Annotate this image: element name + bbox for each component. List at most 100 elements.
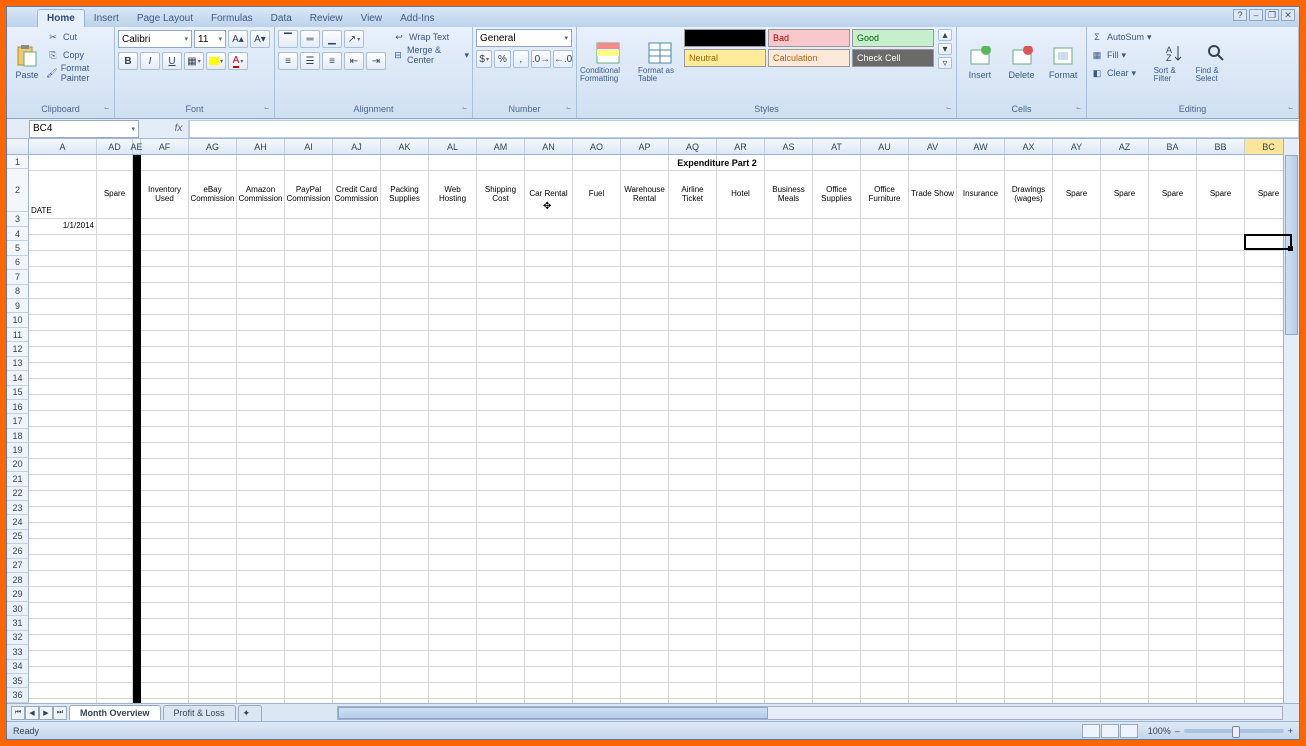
tab-formulas[interactable]: Formulas bbox=[202, 10, 262, 27]
worksheet-grid[interactable]: AADAEAFAGAHAIAJAKALAMANAOAPAQARASATAUAVA… bbox=[7, 139, 1299, 703]
row-header-17[interactable]: 17 bbox=[7, 414, 29, 428]
style-neutral[interactable]: Neutral bbox=[684, 49, 766, 67]
zoom-slider[interactable] bbox=[1184, 729, 1284, 733]
minimize-icon[interactable]: – bbox=[1249, 9, 1263, 21]
tab-view[interactable]: View bbox=[352, 10, 392, 27]
clear-button[interactable]: ◧Clear ▾ bbox=[1090, 65, 1152, 81]
formula-input[interactable] bbox=[189, 120, 1299, 138]
column-header-AP[interactable]: AP bbox=[621, 139, 669, 154]
column-header-AT[interactable]: AT bbox=[813, 139, 861, 154]
row-header-30[interactable]: 30 bbox=[7, 602, 29, 616]
header-AD[interactable]: Spare bbox=[97, 171, 133, 219]
column-header-AM[interactable]: AM bbox=[477, 139, 525, 154]
align-top-button[interactable]: ▔ bbox=[278, 30, 298, 48]
styles-more[interactable]: ▿ bbox=[938, 57, 952, 69]
row-header-12[interactable]: 12 bbox=[7, 342, 29, 356]
copy-button[interactable]: ⎘Copy bbox=[46, 47, 111, 63]
tab-addins[interactable]: Add-Ins bbox=[391, 10, 443, 27]
align-bottom-button[interactable]: ▁ bbox=[322, 30, 342, 48]
align-center-button[interactable]: ☰ bbox=[300, 52, 320, 70]
header-AU[interactable]: Office Furniture bbox=[861, 171, 909, 219]
conditional-formatting-button[interactable]: Conditional Formatting bbox=[580, 29, 636, 95]
column-header-AV[interactable]: AV bbox=[909, 139, 957, 154]
merge-center-button[interactable]: ⊟Merge & Center ▾ bbox=[392, 47, 469, 63]
header-AP[interactable]: Warehouse Rental bbox=[621, 171, 669, 219]
orientation-button[interactable]: ↗ bbox=[344, 30, 364, 48]
insert-cells-button[interactable]: Insert bbox=[960, 29, 1000, 95]
sheet-nav-last[interactable]: ⏭ bbox=[53, 706, 67, 720]
decrease-indent-button[interactable]: ⇤ bbox=[344, 52, 364, 70]
column-header-AD[interactable]: AD bbox=[97, 139, 133, 154]
row-header-18[interactable]: 18 bbox=[7, 429, 29, 443]
row-header-35[interactable]: 35 bbox=[7, 674, 29, 688]
border-button[interactable]: ▦ bbox=[184, 52, 204, 70]
row-header-3[interactable]: 3 bbox=[7, 212, 29, 226]
row-header-26[interactable]: 26 bbox=[7, 544, 29, 558]
column-header-AI[interactable]: AI bbox=[285, 139, 333, 154]
row-header-20[interactable]: 20 bbox=[7, 458, 29, 472]
view-normal[interactable] bbox=[1082, 724, 1100, 738]
style-check-cell[interactable]: Check Cell bbox=[852, 49, 934, 67]
column-header-AZ[interactable]: AZ bbox=[1101, 139, 1149, 154]
row-header-29[interactable]: 29 bbox=[7, 587, 29, 601]
column-header-A[interactable]: A bbox=[29, 139, 97, 154]
header-AG[interactable]: eBay Commission bbox=[189, 171, 237, 219]
number-format-combo[interactable]: General bbox=[476, 29, 572, 47]
column-header-AR[interactable]: AR bbox=[717, 139, 765, 154]
styles-scroll-down[interactable]: ▾ bbox=[938, 43, 952, 55]
column-header-AW[interactable]: AW bbox=[957, 139, 1005, 154]
delete-cells-button[interactable]: Delete bbox=[1002, 29, 1042, 95]
currency-button[interactable]: $ bbox=[476, 50, 492, 68]
row-header-15[interactable]: 15 bbox=[7, 386, 29, 400]
column-header-BB[interactable]: BB bbox=[1197, 139, 1245, 154]
style-bad[interactable]: Bad bbox=[768, 29, 850, 47]
row-header-24[interactable]: 24 bbox=[7, 515, 29, 529]
row-header-7[interactable]: 7 bbox=[7, 270, 29, 284]
cell-A3[interactable]: 1/1/2014 bbox=[29, 219, 97, 235]
row-header-5[interactable]: 5 bbox=[7, 241, 29, 255]
view-page-break[interactable] bbox=[1120, 724, 1138, 738]
row-header-2[interactable]: 2 bbox=[7, 169, 29, 212]
column-header-AS[interactable]: AS bbox=[765, 139, 813, 154]
find-select-button[interactable]: Find & Select bbox=[1196, 29, 1236, 95]
row-header-32[interactable]: 32 bbox=[7, 631, 29, 645]
format-as-table-button[interactable]: Format as Table bbox=[638, 29, 682, 95]
font-name-combo[interactable]: Calibri bbox=[118, 30, 192, 48]
row-header-28[interactable]: 28 bbox=[7, 573, 29, 587]
header-AV[interactable]: Trade Show bbox=[909, 171, 957, 219]
fx-button[interactable]: fx bbox=[169, 120, 189, 138]
header-AI[interactable]: PayPal Commission bbox=[285, 171, 333, 219]
sheet-tab-profit-loss[interactable]: Profit & Loss bbox=[163, 705, 236, 720]
row-header-21[interactable]: 21 bbox=[7, 472, 29, 486]
column-header-AU[interactable]: AU bbox=[861, 139, 909, 154]
column-header-AH[interactable]: AH bbox=[237, 139, 285, 154]
sheet-tab-new[interactable]: ✦ bbox=[238, 705, 262, 721]
sort-filter-button[interactable]: AZSort & Filter bbox=[1154, 29, 1194, 95]
column-header-AN[interactable]: AN bbox=[525, 139, 573, 154]
align-left-button[interactable]: ≡ bbox=[278, 52, 298, 70]
column-header-AQ[interactable]: AQ bbox=[669, 139, 717, 154]
column-header-AG[interactable]: AG bbox=[189, 139, 237, 154]
row-header-36[interactable]: 36 bbox=[7, 688, 29, 702]
format-painter-button[interactable]: 🖌Format Painter bbox=[46, 65, 111, 81]
format-cells-button[interactable]: Format bbox=[1043, 29, 1083, 95]
comma-button[interactable]: , bbox=[513, 50, 529, 68]
row-header-1[interactable]: 1 bbox=[7, 155, 29, 169]
italic-button[interactable]: I bbox=[140, 52, 160, 70]
row-header-6[interactable]: 6 bbox=[7, 256, 29, 270]
underline-button[interactable]: U bbox=[162, 52, 182, 70]
header-AY[interactable]: Spare bbox=[1053, 171, 1101, 219]
header-AS[interactable]: Business Meals bbox=[765, 171, 813, 219]
tab-data[interactable]: Data bbox=[262, 10, 301, 27]
autosum-button[interactable]: ΣAutoSum ▾ bbox=[1090, 29, 1152, 45]
header-AM[interactable]: Shipping Cost bbox=[477, 171, 525, 219]
header-A[interactable]: DATE bbox=[29, 171, 97, 219]
row-header-10[interactable]: 10 bbox=[7, 313, 29, 327]
increase-decimal-button[interactable]: .0→ bbox=[531, 50, 551, 68]
zoom-out[interactable]: – bbox=[1175, 726, 1180, 736]
header-BA[interactable]: Spare bbox=[1149, 171, 1197, 219]
row-header-22[interactable]: 22 bbox=[7, 487, 29, 501]
name-box[interactable]: BC4 bbox=[29, 120, 139, 138]
cut-button[interactable]: ✂Cut bbox=[46, 29, 111, 45]
header-AR[interactable]: Hotel bbox=[717, 171, 765, 219]
